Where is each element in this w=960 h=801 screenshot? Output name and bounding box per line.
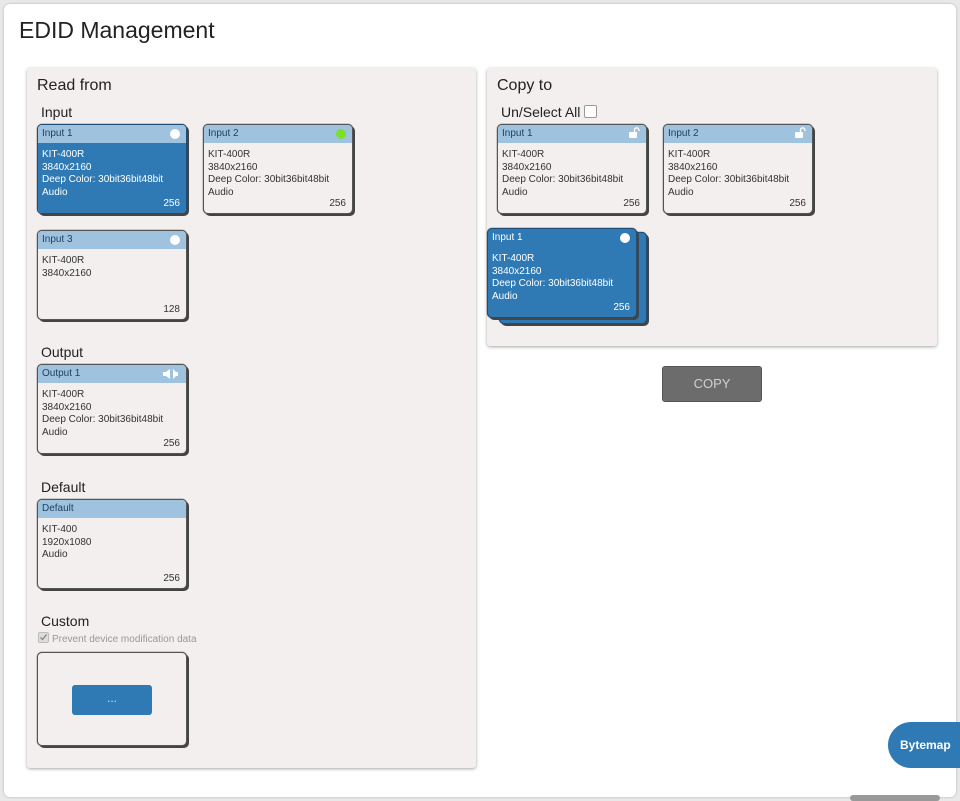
resolution: 3840x2160	[208, 161, 258, 173]
read-from-panel: Read from Input Input 1 KIT-400R 3840x21…	[27, 68, 476, 768]
card-header: Input 3	[38, 231, 186, 249]
output-section-label: Output	[41, 344, 84, 360]
device-name: KIT-400R	[42, 149, 85, 160]
dragging-input-1-card[interactable]: Input 1 KIT-400R 3840x2160 Deep Color: 3…	[487, 228, 637, 318]
card-header: Input 2	[204, 125, 352, 143]
page-title: EDID Management	[19, 17, 215, 43]
audio: Audio	[42, 186, 68, 198]
read-input-1-card[interactable]: Input 1 KIT-400R 3840x2160 Deep Color: 3…	[37, 124, 187, 214]
device-name: KIT-400	[42, 524, 78, 535]
copy-to-panel: Copy to Un/Select All Input 1 KIT-400R 3…	[487, 68, 937, 346]
prevent-modification-option[interactable]: Prevent device modification data	[38, 632, 197, 645]
card-body: KIT-400R 3840x2160 Deep Color: 30bit36bi…	[38, 383, 186, 439]
prevent-modification-label: Prevent device modification data	[52, 634, 197, 645]
audio: Audio	[42, 549, 68, 560]
copy-button[interactable]: COPY	[662, 366, 762, 402]
audio: Audio	[42, 426, 68, 438]
edid-size: 256	[163, 198, 180, 209]
card-header: Input 1	[488, 229, 636, 247]
card-header: Default	[38, 500, 186, 518]
edid-size: 256	[613, 302, 630, 313]
deep-color: Deep Color: 30bit36bit48bit	[502, 174, 624, 185]
device-name: KIT-400R	[502, 149, 545, 160]
status-dot-icon	[170, 129, 180, 139]
unlock-icon[interactable]	[628, 127, 640, 139]
select-all-option[interactable]: Un/Select All	[501, 104, 598, 120]
device-name: KIT-400R	[42, 389, 85, 400]
copy-target-input-2-card[interactable]: Input 2 KIT-400R 3840x2160 Deep Color: 3…	[663, 124, 813, 214]
unlock-icon[interactable]	[794, 127, 806, 139]
default-section-label: Default	[41, 479, 86, 495]
deep-color: Deep Color: 30bit36bit48bit	[42, 174, 164, 185]
card-body: KIT-400R 3840x2160 Deep Color: 30bit36bi…	[204, 143, 352, 199]
status-dot-icon	[170, 235, 180, 245]
audio: Audio	[492, 290, 518, 302]
card-header: Input 2	[664, 125, 812, 143]
card-header: Output 1	[38, 365, 186, 383]
bytemap-button[interactable]: Bytemap	[888, 722, 960, 768]
read-input-3-card[interactable]: Input 3 KIT-400R 3840x2160 128	[37, 230, 187, 320]
custom-section-label: Custom	[41, 613, 90, 629]
card-body: KIT-400R 3840x2160 Deep Color: 30bit36bi…	[664, 143, 812, 199]
resolution: 3840x2160	[42, 267, 92, 279]
edid-size: 256	[623, 198, 640, 209]
device-name: KIT-400R	[42, 255, 85, 266]
browse-custom-button[interactable]: ...	[72, 685, 152, 715]
select-all-checkbox[interactable]	[584, 105, 598, 118]
deep-color: Deep Color: 30bit36bit48bit	[492, 278, 614, 289]
resolution: 3840x2160	[492, 265, 542, 277]
read-custom-card[interactable]: ...	[37, 652, 187, 746]
card-header: Input 1	[498, 125, 646, 143]
select-all-label: Un/Select All	[501, 104, 581, 120]
resolution: 1920x1080	[42, 536, 92, 548]
device-name: KIT-400R	[492, 253, 535, 264]
input-section-label: Input	[41, 104, 73, 120]
edid-size: 256	[789, 198, 806, 209]
resolution: 3840x2160	[42, 161, 92, 173]
copy-target-input-1-card[interactable]: Input 1 KIT-400R 3840x2160 Deep Color: 3…	[497, 124, 647, 214]
deep-color: Deep Color: 30bit36bit48bit	[668, 174, 790, 185]
status-dot-icon	[336, 129, 346, 139]
audio: Audio	[208, 186, 234, 198]
read-input-2-card[interactable]: Input 2 KIT-400R 3840x2160 Deep Color: 3…	[203, 124, 353, 214]
card-body: KIT-400 1920x1080 Audio	[38, 518, 186, 562]
horizontal-scrollbar[interactable]	[850, 795, 940, 801]
device-name: KIT-400R	[668, 149, 711, 160]
card-body: KIT-400R 3840x2160 Deep Color: 30bit36bi…	[38, 143, 186, 199]
audio: Audio	[502, 186, 528, 198]
status-dot-icon	[620, 233, 630, 243]
device-name: KIT-400R	[208, 149, 251, 160]
resolution: 3840x2160	[42, 401, 92, 413]
edid-size: 256	[163, 573, 180, 584]
speaker-icon	[163, 369, 178, 379]
resolution: 3840x2160	[502, 161, 552, 173]
card-header: Input 1	[38, 125, 186, 143]
prevent-modification-checkbox[interactable]	[38, 632, 49, 643]
card-body: KIT-400R 3840x2160 Deep Color: 30bit36bi…	[488, 247, 636, 303]
resolution: 3840x2160	[668, 161, 718, 173]
read-output-1-card[interactable]: Output 1 KIT-400R 3840x2160 Deep Color: …	[37, 364, 187, 454]
deep-color: Deep Color: 30bit36bit48bit	[42, 414, 164, 425]
edid-size: 256	[329, 198, 346, 209]
card-body: KIT-400R 3840x2160 Deep Color: 30bit36bi…	[498, 143, 646, 199]
read-default-card[interactable]: Default KIT-400 1920x1080 Audio 256	[37, 499, 187, 589]
card-body: KIT-400R 3840x2160	[38, 249, 186, 280]
deep-color: Deep Color: 30bit36bit48bit	[208, 174, 330, 185]
read-from-title: Read from	[37, 77, 112, 94]
edid-size: 128	[163, 304, 180, 315]
copy-to-title: Copy to	[497, 77, 553, 94]
audio: Audio	[668, 186, 694, 198]
edid-size: 256	[163, 438, 180, 449]
